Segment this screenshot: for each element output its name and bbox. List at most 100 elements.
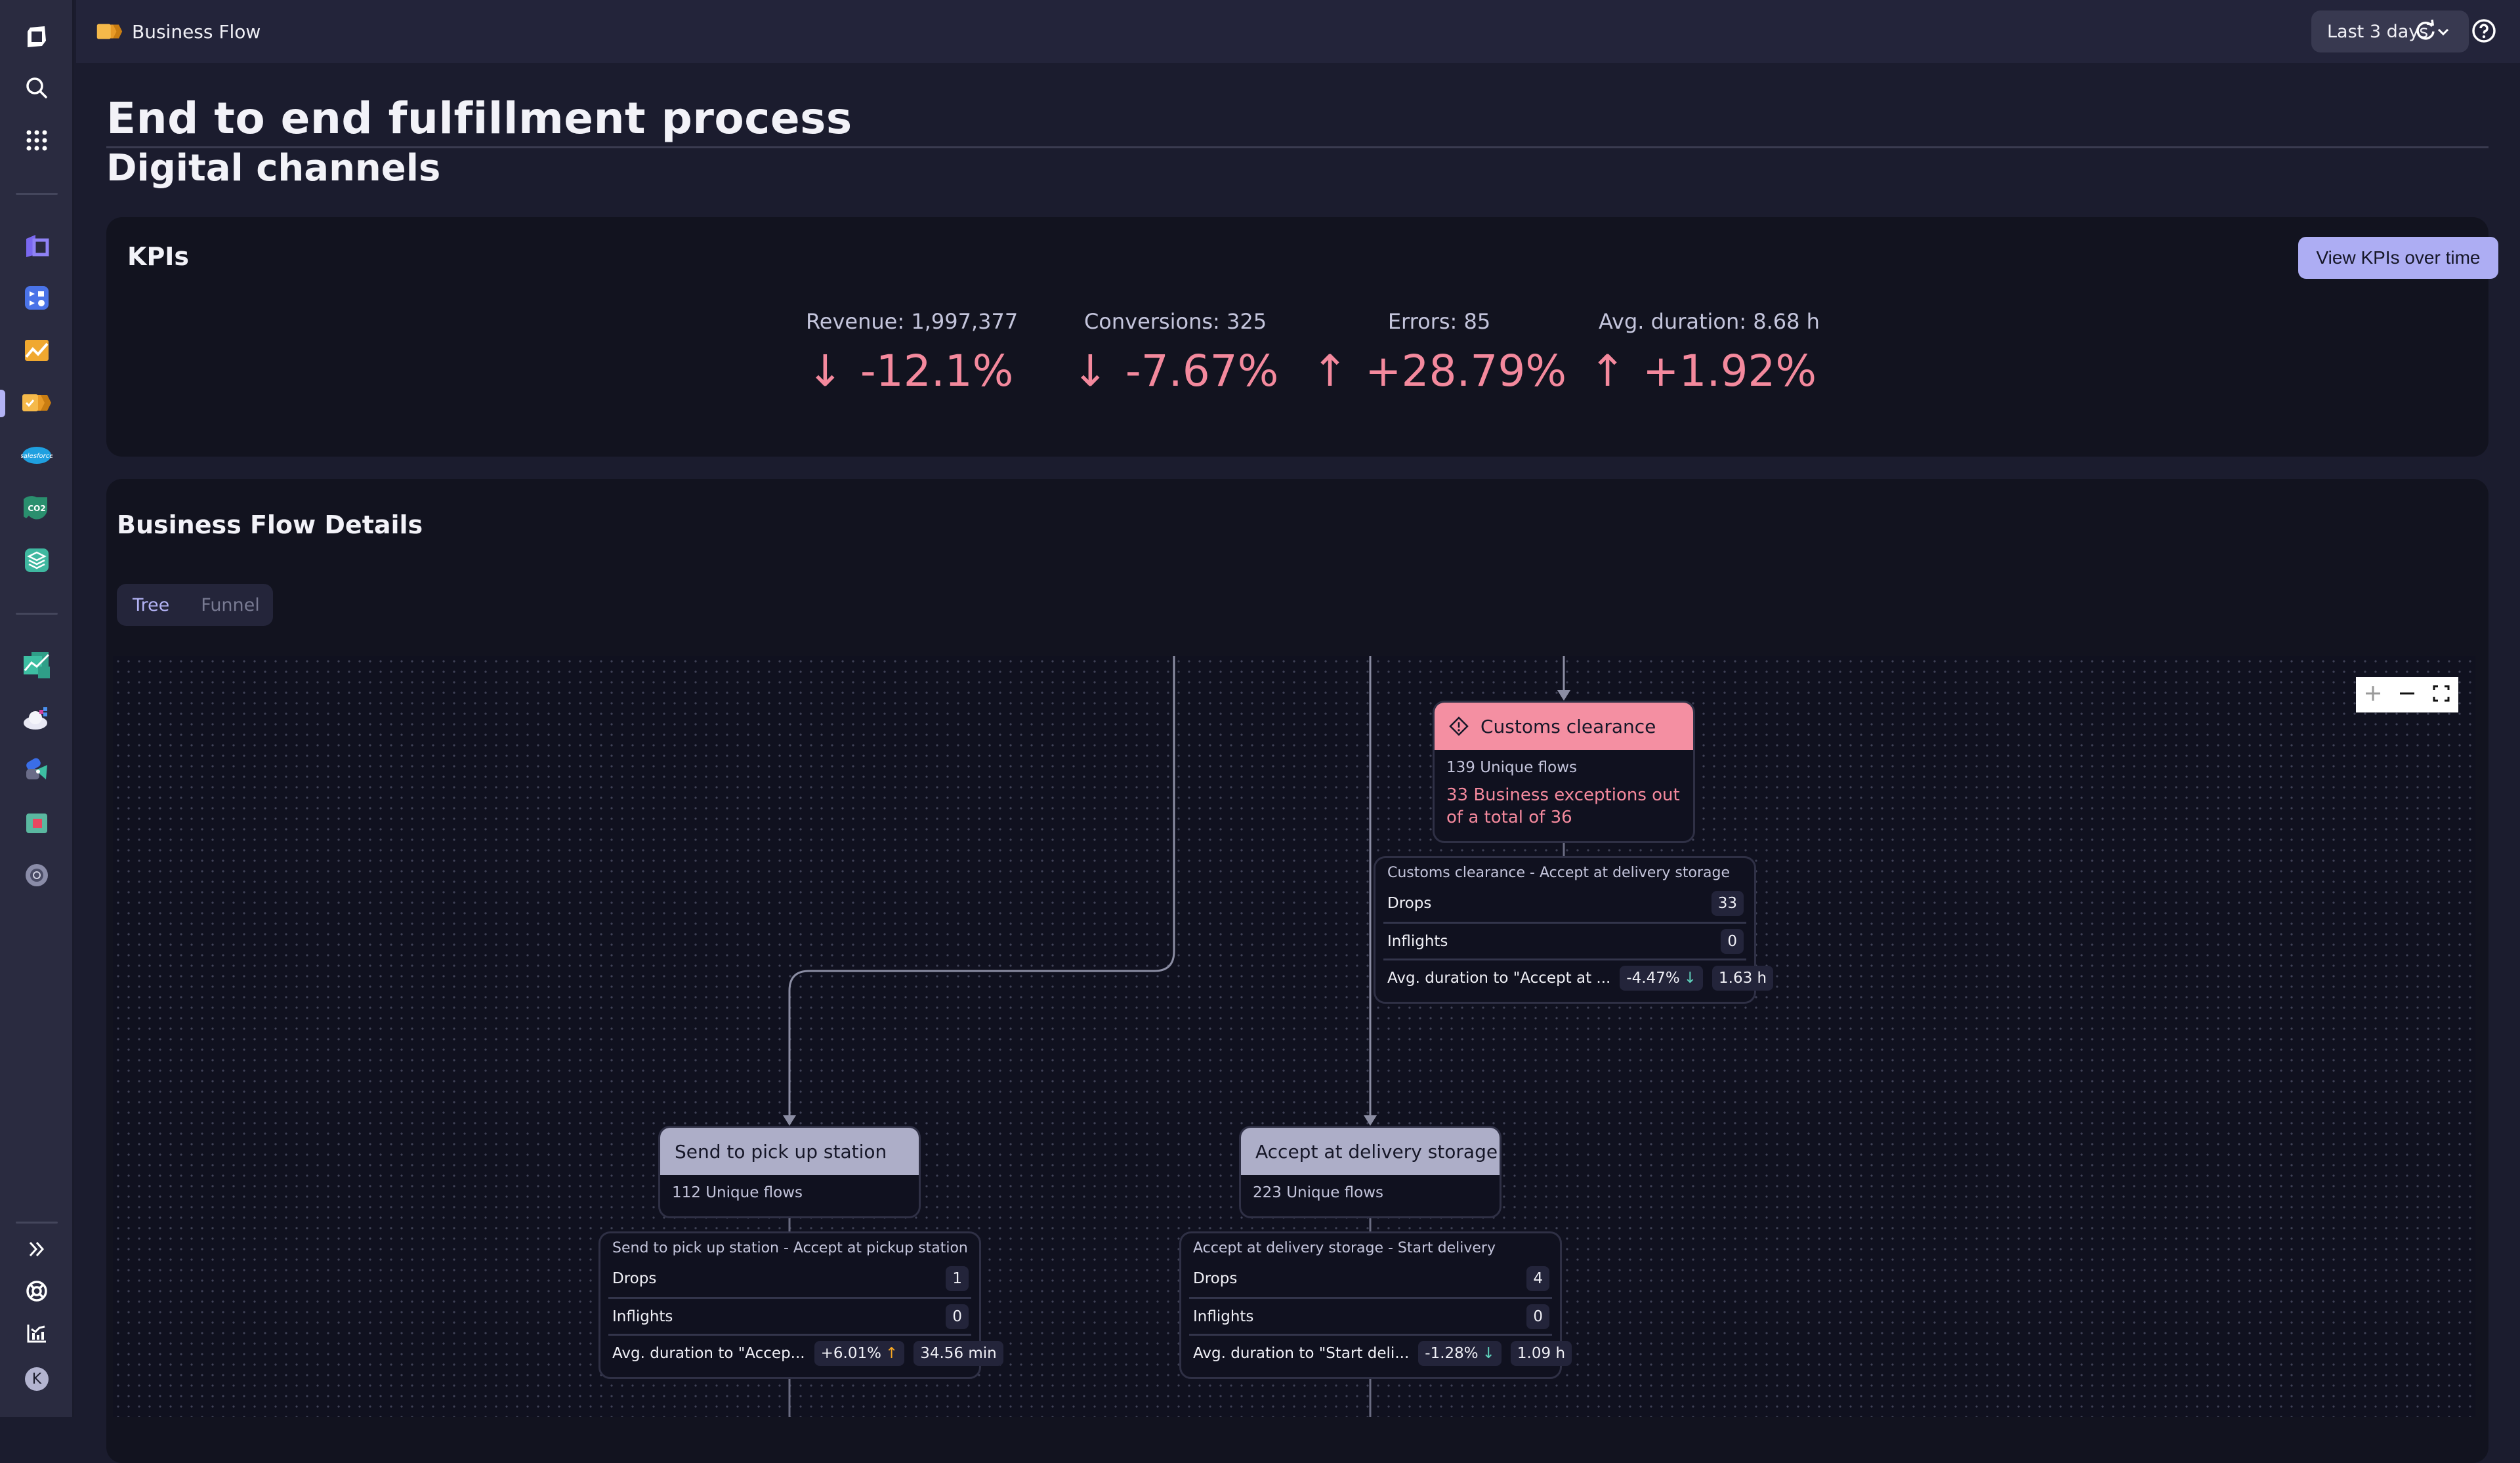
- refresh-icon[interactable]: [2414, 18, 2440, 45]
- edge-arrow: [783, 1115, 796, 1126]
- sidebar-divider: [16, 613, 58, 615]
- duration-change: -4.47%: [1626, 970, 1679, 987]
- arrow-down-icon: ↓: [1482, 1345, 1495, 1362]
- kpi-revenue: Revenue: 1,997,377 ↓ -12.1%: [806, 309, 1015, 396]
- kpi-errors: Errors: 85 ↑+28.79%: [1335, 309, 1544, 396]
- unique-flows: 139 Unique flows: [1446, 759, 1681, 776]
- view-kpis-over-time-button[interactable]: View KPIs over time: [2298, 237, 2498, 279]
- carbon-impact-app-icon[interactable]: CO2: [21, 492, 52, 524]
- tab-tree[interactable]: Tree: [117, 595, 185, 615]
- sidebar-divider: [16, 193, 58, 195]
- user-initial: K: [25, 1367, 49, 1391]
- transition-title: Send to pick up station - Accept at pick…: [608, 1240, 971, 1260]
- edge-arrow: [1557, 690, 1570, 701]
- transition-card[interactable]: Customs clearance - Accept at delivery s…: [1374, 856, 1756, 1004]
- arrow-down-icon: ↓: [807, 346, 843, 396]
- stack-app-icon[interactable]: [21, 545, 52, 576]
- business-flow-icon: [96, 22, 123, 43]
- help-icon[interactable]: [2471, 18, 2498, 45]
- active-indicator: [0, 390, 5, 417]
- timeframe-selector[interactable]: Last 3 days: [2311, 10, 2469, 52]
- support-icon[interactable]: [21, 1275, 52, 1307]
- kpi-card: KPIs View KPIs over time Revenue: 1,997,…: [106, 217, 2488, 457]
- kpi-label: Errors: 85: [1335, 309, 1544, 334]
- kpi-label: Conversions: 325: [1071, 309, 1280, 334]
- cubes-app-icon[interactable]: [21, 807, 52, 838]
- dashboards-app-icon[interactable]: [21, 335, 52, 366]
- flow-node-accept-delivery-storage[interactable]: Accept at delivery storage 223 Unique fl…: [1239, 1126, 1502, 1218]
- title-divider: [106, 146, 2488, 148]
- transition-card[interactable]: Accept at delivery storage - Start deliv…: [1179, 1231, 1562, 1379]
- business-exceptions: 33 Business exceptions out of a total of…: [1446, 784, 1681, 829]
- settings-app-icon[interactable]: [21, 859, 52, 891]
- node-title: Customs clearance: [1480, 716, 1656, 737]
- node-title: Send to pick up station: [675, 1141, 887, 1163]
- avg-duration-label: Avg. duration to "Accept at ...: [1387, 970, 1610, 987]
- salesforce-app-icon[interactable]: salesforce: [21, 440, 52, 471]
- flow-node-customs-clearance[interactable]: Customs clearance 139 Unique flows 33 Bu…: [1433, 701, 1695, 843]
- apps-grid-icon[interactable]: [21, 125, 52, 156]
- user-avatar[interactable]: K: [21, 1363, 52, 1395]
- duration-value: 1.09 h: [1511, 1341, 1572, 1366]
- transition-card[interactable]: Send to pick up station - Accept at pick…: [598, 1231, 981, 1379]
- inflights-value: 0: [1721, 929, 1744, 954]
- zoom-in-icon[interactable]: [2364, 685, 2382, 705]
- kubernetes-app-icon[interactable]: [21, 230, 52, 261]
- arrow-up-icon: ↑: [1589, 346, 1626, 396]
- kpi-change: -7.67%: [1125, 346, 1278, 396]
- dynatrace-logo-icon[interactable]: [21, 21, 52, 52]
- drops-label: Drops: [1193, 1270, 1517, 1287]
- zoom-controls: [2356, 677, 2458, 712]
- arrow-down-icon: ↓: [1072, 346, 1108, 396]
- kpi-label: Revenue: 1,997,377: [806, 309, 1015, 334]
- analytics-icon[interactable]: [21, 1317, 52, 1349]
- workflows-app-icon[interactable]: [21, 282, 52, 314]
- sidebar-divider: [16, 1222, 58, 1224]
- drops-value: 1: [946, 1266, 969, 1291]
- flow-canvas[interactable]: Customs clearance 139 Unique flows 33 Bu…: [113, 656, 2475, 1417]
- unique-flows: 112 Unique flows: [672, 1184, 907, 1201]
- edge-to-send-pickup: [789, 656, 1174, 1119]
- drops-label: Drops: [1387, 895, 1702, 912]
- duration-value: 1.63 h: [1712, 966, 1773, 991]
- svg-text:salesforce: salesforce: [21, 453, 52, 460]
- page-subtitle: Digital channels: [106, 147, 440, 190]
- search-icon[interactable]: [21, 72, 52, 104]
- drops-label: Drops: [612, 1270, 936, 1287]
- details-title: Business Flow Details: [117, 510, 423, 539]
- business-flow-app-icon[interactable]: [21, 387, 52, 419]
- view-tabs: Tree Funnel: [117, 584, 273, 626]
- drops-value: 33: [1712, 891, 1744, 916]
- page-title: End to end fulfillment process: [106, 93, 852, 144]
- kpi-avg-duration: Avg. duration: 8.68 h ↑+1.92%: [1599, 309, 1807, 396]
- cloud-app-icon[interactable]: [21, 702, 52, 733]
- app-title: Business Flow: [132, 0, 261, 63]
- arrow-down-icon: ↓: [1684, 970, 1696, 987]
- kpi-conversions: Conversions: 325 ↓ -7.67%: [1071, 309, 1280, 396]
- inflights-label: Inflights: [1387, 933, 1712, 950]
- kpi-change: -12.1%: [860, 346, 1013, 396]
- svg-text:CO2: CO2: [28, 504, 45, 513]
- kpi-label: Avg. duration: 8.68 h: [1599, 309, 1807, 334]
- sidebar: salesforce CO2 K: [0, 0, 74, 1417]
- shapes-app-icon[interactable]: [21, 754, 52, 786]
- expand-sidebar-icon[interactable]: [21, 1233, 52, 1265]
- avg-duration-label: Avg. duration to "Start deli...: [1193, 1345, 1409, 1362]
- reports-app-icon[interactable]: [21, 649, 52, 681]
- inflights-label: Inflights: [612, 1308, 936, 1325]
- flow-node-send-to-pickup[interactable]: Send to pick up station 112 Unique flows: [658, 1126, 921, 1218]
- kpi-change: +1.92%: [1643, 346, 1816, 396]
- inflights-label: Inflights: [1193, 1308, 1517, 1325]
- drops-value: 4: [1526, 1266, 1549, 1291]
- transition-title: Accept at delivery storage - Start deliv…: [1189, 1240, 1552, 1260]
- arrow-up-icon: ↑: [1312, 346, 1348, 396]
- arrow-up-icon: ↑: [885, 1345, 898, 1362]
- avg-duration-label: Avg. duration to "Accep...: [612, 1345, 805, 1362]
- edge-arrow: [1364, 1115, 1377, 1126]
- transition-title: Customs clearance - Accept at delivery s…: [1383, 865, 1746, 885]
- zoom-out-icon[interactable]: [2399, 685, 2416, 705]
- duration-value: 34.56 min: [914, 1341, 1003, 1366]
- fit-to-screen-icon[interactable]: [2433, 685, 2450, 705]
- tab-funnel[interactable]: Funnel: [185, 595, 276, 615]
- unique-flows: 223 Unique flows: [1253, 1184, 1488, 1201]
